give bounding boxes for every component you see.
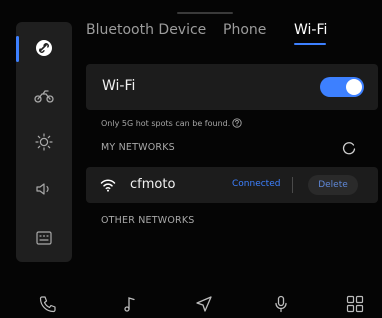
bottom-navigation-bar (0, 290, 382, 318)
refresh-icon[interactable] (341, 140, 357, 156)
delete-network-button[interactable]: Delete (308, 175, 358, 195)
sidebar-item-display[interactable] (16, 120, 72, 164)
other-networks-heading: OTHER NETWORKS (101, 215, 195, 226)
network-name: cfmoto (130, 177, 176, 192)
connection-status: Connected (232, 179, 281, 189)
help-icon[interactable] (232, 118, 242, 128)
toggle-knob (346, 79, 362, 95)
wifi-signal-icon (100, 179, 116, 192)
navigation-icon[interactable] (194, 294, 214, 314)
wifi-hint-text: Only 5G hot spots can be found. (101, 118, 231, 128)
sidebar-item-vehicle[interactable] (16, 74, 72, 118)
settings-sidebar (16, 22, 72, 262)
network-row[interactable]: cfmoto Connected Delete (86, 167, 378, 203)
tab-phone[interactable]: Phone (223, 22, 266, 38)
tab-wifi[interactable]: Wi-Fi (294, 22, 327, 38)
wifi-label: Wi-Fi (102, 78, 136, 94)
wifi-toggle[interactable] (320, 77, 364, 97)
active-tab-indicator (294, 43, 326, 45)
microphone-icon[interactable] (271, 294, 291, 314)
sidebar-item-sound[interactable] (16, 167, 72, 211)
wifi-hint: Only 5G hot spots can be found. (101, 118, 242, 128)
status-handle (177, 12, 233, 14)
volume-icon (36, 183, 49, 195)
brightness-icon (35, 133, 53, 151)
my-networks-heading: MY NETWORKS (101, 142, 175, 153)
link-icon (36, 40, 52, 56)
keyboard-icon (36, 231, 52, 245)
sidebar-item-connectivity[interactable] (16, 26, 72, 70)
wifi-toggle-row: Wi-Fi (86, 64, 378, 110)
music-icon[interactable] (120, 294, 140, 314)
sidebar-item-system[interactable] (16, 216, 72, 260)
divider (292, 177, 293, 193)
tab-bluetooth-device[interactable]: Bluetooth Device (86, 22, 206, 38)
apps-grid-icon[interactable] (345, 294, 365, 314)
phone-icon[interactable] (38, 294, 58, 314)
motorcycle-icon (34, 90, 54, 103)
